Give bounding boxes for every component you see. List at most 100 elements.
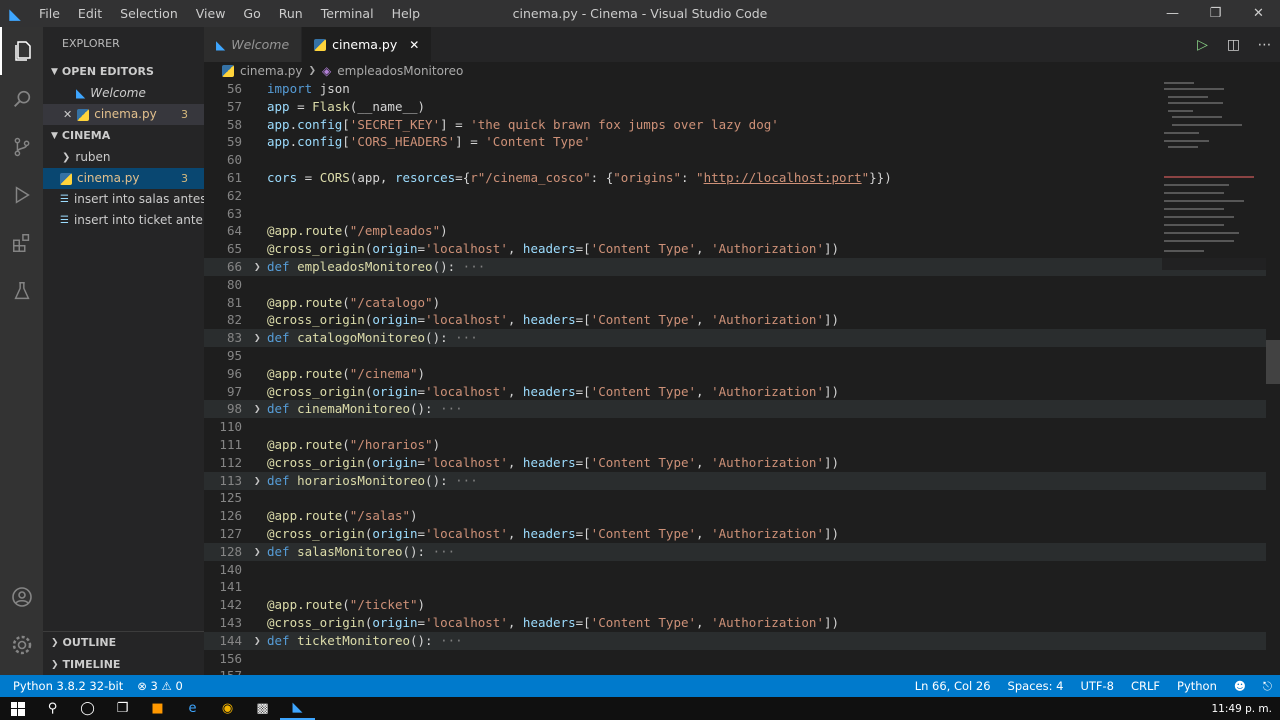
code-line[interactable]: 112 @cross_origin(origin='localhost', hea… bbox=[204, 454, 1280, 472]
problems-indicator[interactable]: ⊗ 3 ⚠ 0 bbox=[137, 679, 183, 693]
code-line[interactable]: 62 bbox=[204, 187, 1280, 205]
close-icon[interactable]: ✕ bbox=[63, 104, 72, 125]
scrollbar-thumb[interactable] bbox=[1266, 340, 1280, 384]
close-tab-icon[interactable]: ✕ bbox=[409, 38, 419, 52]
code-line[interactable]: 59 app.config['CORS_HEADERS'] = 'Content … bbox=[204, 133, 1280, 151]
minimize-icon[interactable]: — bbox=[1151, 0, 1194, 27]
code-line[interactable]: 127 @cross_origin(origin='localhost', hea… bbox=[204, 525, 1280, 543]
vertical-scrollbar[interactable] bbox=[1266, 80, 1280, 675]
folded-ellipsis-icon[interactable]: ··· bbox=[425, 544, 456, 559]
code-line[interactable]: 83 ❯ def catalogoMonitoreo(): ··· bbox=[204, 329, 1280, 348]
code-line[interactable]: 128 ❯ def salasMonitoreo(): ··· bbox=[204, 542, 1280, 561]
code-line[interactable]: 66 ❯ def empleadosMonitoreo(): ··· bbox=[204, 258, 1280, 276]
open-editors-section[interactable]: ▼ OPEN EDITORS bbox=[43, 61, 204, 83]
files-icon[interactable] bbox=[0, 27, 43, 75]
menu-selection[interactable]: Selection bbox=[111, 0, 187, 27]
code-line[interactable]: 157 bbox=[204, 667, 1280, 675]
fold-chevron-icon[interactable]: ❯ bbox=[254, 472, 261, 490]
code-line[interactable]: 126 @app.route("/salas") bbox=[204, 507, 1280, 525]
code-line[interactable]: 80 bbox=[204, 276, 1280, 294]
code-line[interactable]: 58 app.config['SECRET_KEY'] = 'the quick … bbox=[204, 116, 1280, 134]
breadcrumb-symbol[interactable]: empleadosMonitoreo bbox=[337, 64, 463, 78]
minimap[interactable] bbox=[1162, 80, 1267, 270]
testing-icon[interactable] bbox=[0, 267, 43, 315]
cursor-position[interactable]: Ln 66, Col 26 bbox=[915, 679, 991, 693]
code-line[interactable]: 56 import json bbox=[204, 80, 1280, 98]
menu-view[interactable]: View bbox=[187, 0, 235, 27]
search-icon[interactable] bbox=[0, 75, 43, 123]
code-line[interactable]: 57 app = Flask(__name__) bbox=[204, 98, 1280, 116]
code-line[interactable]: 113 ❯ def horariosMonitoreo(): ··· bbox=[204, 471, 1280, 490]
run-debug-icon[interactable] bbox=[0, 171, 43, 219]
cortana-icon[interactable]: ◯ bbox=[70, 697, 105, 720]
code-line[interactable]: 125 bbox=[204, 489, 1280, 507]
code-line[interactable]: 82 @cross_origin(origin='localhost', head… bbox=[204, 311, 1280, 329]
code-line[interactable]: 144 ❯ def ticketMonitoreo(): ··· bbox=[204, 631, 1280, 650]
menu-edit[interactable]: Edit bbox=[69, 0, 111, 27]
encoding[interactable]: UTF-8 bbox=[1080, 679, 1114, 693]
fold-chevron-icon[interactable]: ❯ bbox=[254, 543, 261, 561]
code-line[interactable]: 140 bbox=[204, 561, 1280, 579]
notifications-bell-icon[interactable]: ⎋ bbox=[1263, 679, 1272, 694]
code-line[interactable]: 96 @app.route("/cinema") bbox=[204, 365, 1280, 383]
menu-run[interactable]: Run bbox=[270, 0, 312, 27]
file-cinema[interactable]: cinema.py 3 bbox=[43, 168, 204, 189]
breadcrumb-file[interactable]: cinema.py bbox=[240, 64, 303, 78]
fold-chevron-icon[interactable]: ❯ bbox=[254, 258, 261, 276]
code-line[interactable]: 141 bbox=[204, 578, 1280, 596]
code-editor[interactable]: 56 import json 57 app = Flask(__name__) 58 ap… bbox=[204, 80, 1280, 675]
code-line[interactable]: 143 @cross_origin(origin='localhost', hea… bbox=[204, 614, 1280, 632]
code-line[interactable]: 142 @app.route("/ticket") bbox=[204, 596, 1280, 614]
code-line[interactable]: 61 cors = CORS(app, resorces={r"/cinema_c… bbox=[204, 169, 1280, 187]
code-line[interactable]: 81 @app.route("/catalogo") bbox=[204, 294, 1280, 312]
menu-file[interactable]: File bbox=[30, 0, 69, 27]
fold-chevron-icon[interactable]: ❯ bbox=[254, 632, 261, 650]
sublime-text-icon[interactable]: ■ bbox=[140, 697, 175, 720]
code-line[interactable]: 97 @cross_origin(origin='localhost', head… bbox=[204, 383, 1280, 401]
code-line[interactable]: 156 bbox=[204, 650, 1280, 668]
code-line[interactable]: 64 @app.route("/empleados") bbox=[204, 222, 1280, 240]
fold-chevron-icon[interactable]: ❯ bbox=[254, 329, 261, 347]
indentation[interactable]: Spaces: 4 bbox=[1008, 679, 1064, 693]
folded-ellipsis-icon[interactable]: ··· bbox=[433, 633, 463, 648]
menu-terminal[interactable]: Terminal bbox=[312, 0, 383, 27]
vscode-taskbar-icon[interactable]: ◣ bbox=[280, 697, 315, 720]
outline-section[interactable]: ❯ OUTLINE bbox=[43, 632, 204, 654]
folded-ellipsis-icon[interactable]: ··· bbox=[448, 330, 478, 345]
restore-icon[interactable]: ❐ bbox=[1194, 0, 1237, 27]
code-line[interactable]: 98 ❯ def cinemaMonitoreo(): ··· bbox=[204, 400, 1280, 419]
extensions-icon[interactable] bbox=[0, 219, 43, 267]
file-insert-salas[interactable]: ☰ insert into salas antes... bbox=[43, 189, 204, 210]
open-editor-welcome[interactable]: ◣ Welcome bbox=[43, 83, 204, 104]
manage-gear-icon[interactable] bbox=[0, 621, 43, 669]
code-line[interactable]: 65 @cross_origin(origin='localhost', head… bbox=[204, 240, 1280, 258]
task-view-icon[interactable]: ❐ bbox=[105, 697, 140, 720]
more-actions-icon[interactable]: ⋯ bbox=[1249, 37, 1280, 53]
feedback-icon[interactable]: ☻ bbox=[1234, 679, 1246, 693]
code-line[interactable]: 110 bbox=[204, 418, 1280, 436]
split-editor-icon[interactable]: ◫ bbox=[1218, 37, 1249, 53]
folder-ruben[interactable]: ❯ ruben bbox=[43, 147, 204, 168]
terminal-icon[interactable]: ▩ bbox=[245, 697, 280, 720]
menu-help[interactable]: Help bbox=[383, 0, 430, 27]
windows-start-icon[interactable] bbox=[0, 697, 35, 720]
code-line[interactable]: 111 @app.route("/horarios") bbox=[204, 436, 1280, 454]
account-icon[interactable] bbox=[0, 573, 43, 621]
tab-welcome[interactable]: ◣ Welcome bbox=[204, 27, 303, 62]
folded-ellipsis-icon[interactable]: ··· bbox=[433, 401, 463, 416]
file-insert-ticket[interactable]: ☰ insert into ticket ante... bbox=[43, 210, 204, 231]
code-line[interactable]: 63 bbox=[204, 205, 1280, 223]
chrome-icon[interactable]: ◉ bbox=[210, 697, 245, 720]
workspace-section[interactable]: ▼ CINEMA bbox=[43, 125, 204, 147]
code-line[interactable]: 95 bbox=[204, 347, 1280, 365]
timeline-section[interactable]: ❯ TIMELINE bbox=[43, 654, 204, 676]
tab-cinema[interactable]: cinema.py ✕ bbox=[302, 27, 433, 62]
python-interpreter[interactable]: Python 3.8.2 32-bit bbox=[13, 679, 123, 693]
search-icon[interactable]: ⚲ bbox=[35, 697, 70, 720]
run-file-icon[interactable]: ▷ bbox=[1187, 37, 1218, 53]
folded-ellipsis-icon[interactable]: ··· bbox=[455, 259, 486, 274]
fold-chevron-icon[interactable]: ❯ bbox=[254, 400, 261, 418]
source-control-icon[interactable] bbox=[0, 123, 43, 171]
code-line[interactable]: 60 bbox=[204, 151, 1280, 169]
open-editor-cinema[interactable]: ✕ cinema.py 3 bbox=[43, 104, 204, 125]
